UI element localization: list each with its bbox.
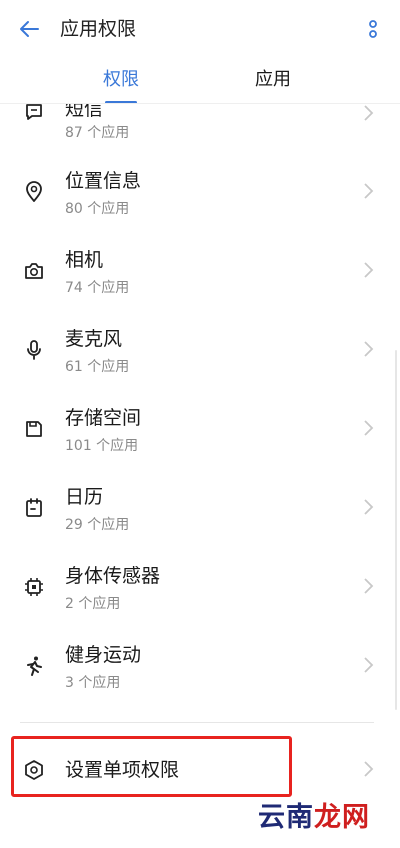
permission-app-count: 80 个应用: [65, 201, 130, 217]
section-divider: [20, 722, 374, 723]
permission-title: 相机: [65, 249, 104, 271]
chevron-right-icon: [364, 420, 374, 436]
chevron-right-icon: [364, 499, 374, 515]
permission-app-count: 74 个应用: [65, 280, 130, 296]
back-arrow-icon: [20, 21, 39, 37]
tab-bar: 权限 应用: [0, 58, 400, 104]
more-options-button[interactable]: [366, 16, 380, 42]
camera-icon: [22, 259, 46, 283]
chevron-right-icon: [364, 761, 374, 777]
set-single-permission-item[interactable]: 设置单项权限: [0, 730, 400, 800]
permission-app-count: 61 个应用: [65, 359, 130, 375]
chevron-right-icon: [364, 657, 374, 673]
location-pin-icon: [22, 180, 46, 204]
single-permission-title: 设置单项权限: [65, 759, 180, 781]
chevron-right-icon: [364, 341, 374, 357]
running-person-icon: [22, 654, 46, 678]
permission-title: 健身运动: [65, 644, 142, 666]
watermark-part2: 龙网: [314, 802, 370, 833]
permission-item-sms[interactable]: 短信 87 个应用: [0, 104, 400, 165]
permission-title: 位置信息: [65, 170, 142, 192]
permission-title: 短信: [65, 104, 104, 120]
permission-item-calendar[interactable]: 日历 29 个应用: [0, 480, 400, 559]
hexagon-settings-icon: [22, 758, 46, 782]
chevron-right-icon: [364, 105, 374, 121]
message-icon: [22, 104, 46, 124]
permission-item-storage[interactable]: 存储空间 101 个应用: [0, 401, 400, 480]
permission-app-count: 101 个应用: [65, 438, 139, 454]
permission-item-microphone[interactable]: 麦克风 61 个应用: [0, 322, 400, 401]
tab-divider: [0, 103, 400, 104]
app-bar: 应用权限: [0, 0, 400, 58]
chevron-right-icon: [364, 262, 374, 278]
chip-sensor-icon: [22, 575, 46, 599]
permission-title: 日历: [65, 486, 104, 508]
calendar-icon: [22, 496, 46, 520]
permission-app-count: 87 个应用: [65, 125, 130, 141]
permission-item-body-sensors[interactable]: 身体传感器 2 个应用: [0, 559, 400, 638]
back-button[interactable]: [14, 15, 44, 43]
watermark-part1: 云南: [258, 802, 314, 833]
permission-title: 麦克风: [65, 328, 123, 350]
permission-app-count: 3 个应用: [65, 675, 121, 691]
page-title: 应用权限: [60, 18, 137, 40]
chevron-right-icon: [364, 578, 374, 594]
tab-apps[interactable]: 应用: [255, 68, 291, 92]
permission-title: 存储空间: [65, 407, 142, 429]
microphone-icon: [22, 338, 46, 362]
permission-item-fitness[interactable]: 健身运动 3 个应用: [0, 638, 400, 717]
chevron-right-icon: [364, 183, 374, 199]
scrollbar[interactable]: [395, 350, 397, 710]
permission-item-camera[interactable]: 相机 74 个应用: [0, 243, 400, 322]
tab-permissions[interactable]: 权限: [103, 68, 139, 92]
permission-app-count: 29 个应用: [65, 517, 130, 533]
permission-item-location[interactable]: 位置信息 80 个应用: [0, 164, 400, 243]
permission-app-count: 2 个应用: [65, 596, 121, 612]
watermark-logo: 云南龙网: [258, 800, 370, 836]
storage-icon: [22, 417, 46, 441]
more-vertical-icon: [369, 20, 377, 38]
permission-title: 身体传感器: [65, 565, 161, 587]
